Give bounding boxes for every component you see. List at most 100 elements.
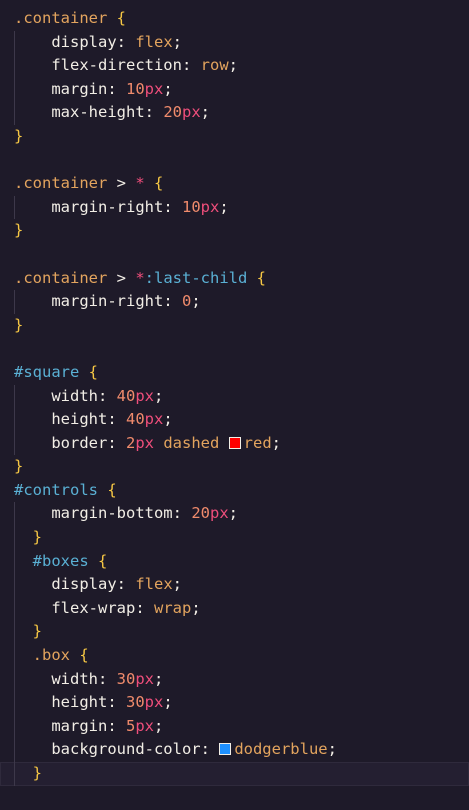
code-token-kw: flex <box>135 32 173 51</box>
code-token-kw: row <box>200 56 229 75</box>
code-line[interactable]: } <box>0 762 469 786</box>
code-token-prop: height <box>51 410 108 429</box>
code-line[interactable]: border: 2px dashed red; <box>0 431 469 456</box>
indent-guide <box>14 502 15 527</box>
code-line[interactable]: .container > *:last-child { <box>0 267 469 291</box>
code-line[interactable] <box>0 337 469 361</box>
code-line[interactable]: margin-right: 10px; <box>0 195 469 220</box>
code-line[interactable]: height: 40px; <box>0 408 469 432</box>
code-line[interactable]: margin-bottom: 20px; <box>0 502 469 527</box>
code-token-punct: : <box>107 79 126 98</box>
code-line[interactable]: #controls { <box>0 479 469 503</box>
code-token-prop: border <box>51 433 108 452</box>
code-token-punct <box>98 481 107 499</box>
code-token-num: 30 <box>126 693 145 712</box>
code-line[interactable]: display: flex; <box>0 573 469 597</box>
code-token-prop: margin <box>51 79 108 98</box>
code-line[interactable]: background-color: dodgerblue; <box>0 738 469 762</box>
indent-guide <box>14 667 15 692</box>
code-token-num: 40 <box>126 410 145 429</box>
code-token-brace: } <box>32 528 43 547</box>
code-token-punct: : <box>200 740 220 759</box>
indent-guide <box>14 408 15 432</box>
code-line[interactable]: } <box>0 620 469 645</box>
code-token-punct <box>79 363 88 381</box>
indent-guide <box>14 620 15 645</box>
code-line[interactable]: margin-right: 0; <box>0 290 469 314</box>
code-line[interactable]: } <box>0 125 469 149</box>
indent-guide <box>14 290 15 314</box>
code-token-idsel: #boxes <box>32 551 89 570</box>
code-token-punct: : <box>135 598 154 617</box>
code-token-star: * <box>135 268 145 287</box>
code-line[interactable]: .box { <box>0 644 469 668</box>
code-token-punct: ; <box>163 693 173 712</box>
code-token-punct <box>70 646 79 664</box>
color-swatch-icon[interactable] <box>219 743 232 756</box>
code-token-punct <box>247 269 256 287</box>
code-line[interactable]: margin: 10px; <box>0 77 469 102</box>
code-token-punct: : <box>98 386 117 405</box>
code-token-punct <box>89 552 98 570</box>
code-token-brace: { <box>79 646 89 665</box>
code-line[interactable]: } <box>0 219 469 243</box>
code-line[interactable]: } <box>0 314 469 338</box>
indent-guide <box>14 30 15 55</box>
code-token-punct: ; <box>154 716 164 735</box>
code-token-punct: ; <box>172 575 182 594</box>
code-line[interactable]: height: 30px; <box>0 691 469 715</box>
indent-guide <box>14 54 15 78</box>
code-token-prop: margin-bottom <box>51 504 173 523</box>
code-line[interactable]: #boxes { <box>0 549 469 574</box>
code-token-unit: px <box>135 433 155 452</box>
code-token-punct: ; <box>191 598 201 617</box>
code-token-prop: width <box>51 669 98 688</box>
code-line[interactable]: max-height: 20px; <box>0 101 469 125</box>
code-token-unit: px <box>182 103 201 122</box>
code-line[interactable]: width: 30px; <box>0 667 469 692</box>
indent-guide <box>14 549 15 574</box>
code-token-prop: display <box>51 575 117 594</box>
code-line[interactable]: } <box>0 526 469 550</box>
code-token-punct: ; <box>271 433 282 452</box>
code-token-prop: height <box>51 693 108 712</box>
code-line[interactable]: .container > * { <box>0 172 469 196</box>
code-editor[interactable]: .container { display: flex; flex-directi… <box>0 0 469 810</box>
code-token-brace: } <box>32 622 43 641</box>
code-line[interactable]: width: 40px; <box>0 384 469 409</box>
indent-guide <box>14 714 15 739</box>
code-line[interactable]: flex-wrap: wrap; <box>0 596 469 621</box>
code-token-sel: .container <box>14 268 108 287</box>
code-token-sel: .box <box>32 646 70 665</box>
code-token-punct: : <box>181 56 201 75</box>
code-line[interactable]: } <box>0 455 469 479</box>
code-line[interactable] <box>0 243 469 267</box>
code-token-brace: } <box>14 315 24 334</box>
code-token-punct: : <box>107 716 126 735</box>
code-token-punct: : <box>163 197 182 216</box>
code-token-idsel: #controls <box>14 480 98 499</box>
code-token-star: * <box>135 174 145 193</box>
code-token-unit: px <box>135 716 155 735</box>
code-token-brace: { <box>116 9 127 27</box>
code-token-punct: ; <box>327 740 337 759</box>
code-token-kw: red <box>243 433 272 452</box>
code-token-num: 0 <box>181 292 192 311</box>
indent-guide <box>14 573 15 597</box>
code-line[interactable] <box>0 149 469 173</box>
code-line[interactable]: #square { <box>0 361 469 385</box>
code-token-prop: background-color <box>51 740 201 759</box>
code-token-brace: { <box>88 362 99 381</box>
code-token-brace: { <box>98 551 108 570</box>
code-line[interactable]: .container { <box>0 7 469 31</box>
indent-guide <box>14 77 15 102</box>
indent-guide <box>14 691 15 715</box>
code-token-punct: : <box>98 669 117 688</box>
code-line[interactable]: flex-direction: row; <box>0 54 469 78</box>
color-swatch-icon[interactable] <box>228 436 241 449</box>
code-line[interactable]: display: flex; <box>0 30 469 55</box>
code-token-kw: dodgerblue <box>234 740 328 759</box>
code-token-num: 5 <box>126 716 136 735</box>
code-line[interactable]: margin: 5px; <box>0 714 469 739</box>
code-token-sel: .container <box>14 174 108 193</box>
